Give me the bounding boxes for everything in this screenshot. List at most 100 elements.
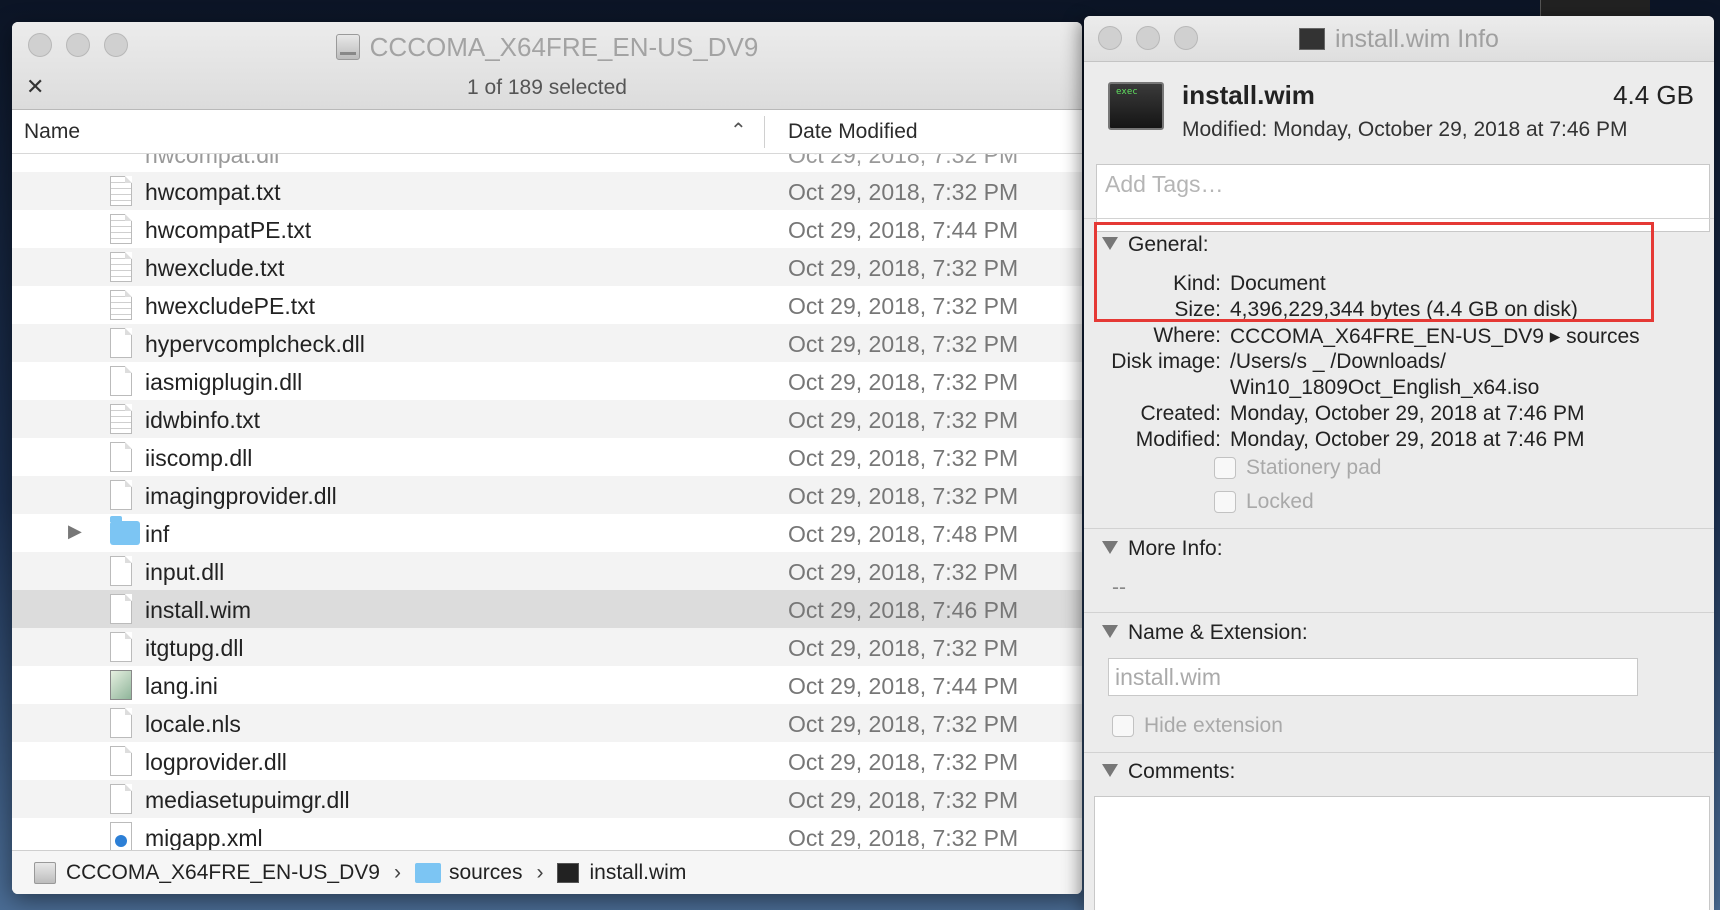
text-file-icon [110,176,132,206]
divider [1084,612,1714,613]
divider [1084,752,1714,753]
file-icon [110,366,132,396]
table-row[interactable]: iasmigplugin.dll Oct 29, 2018, 7:32 PM [12,362,1082,400]
file-name: hwcompat.dll [145,154,280,168]
table-row[interactable]: iiscomp.dll Oct 29, 2018, 7:32 PM [12,438,1082,476]
xml-file-icon [110,822,132,850]
exec-file-icon [557,862,580,883]
file-date: Oct 29, 2018, 7:32 PM [788,154,1019,168]
file-date: Oct 29, 2018, 7:32 PM [788,331,1019,357]
file-icon [110,632,132,662]
table-row-selected[interactable]: install.wim Oct 29, 2018, 7:46 PM [12,590,1082,628]
table-row[interactable]: itgtupg.dll Oct 29, 2018, 7:32 PM [12,628,1082,666]
file-date: Oct 29, 2018, 7:32 PM [788,787,1019,813]
path-segment-disk[interactable]: CCCOMA_X64FRE_EN-US_DV9 [34,861,380,885]
column-header: Name ⌃ Date Modified [12,110,1082,154]
file-name: locale.nls [145,711,241,737]
table-row[interactable]: locale.nls Oct 29, 2018, 7:32 PM [12,704,1082,742]
table-row[interactable]: hypervcomplcheck.dll Oct 29, 2018, 7:32 P… [12,324,1082,362]
disk-image-value: /Users/s _ /Downloads/ [1230,350,1446,373]
file-date: Oct 29, 2018, 7:32 PM [788,179,1019,205]
exec-file-icon: exec [1108,82,1164,130]
name-extension-section-header[interactable]: Name & Extension: [1102,621,1308,645]
file-date: Oct 29, 2018, 7:32 PM [788,559,1019,585]
file-date: Oct 29, 2018, 7:32 PM [788,293,1019,319]
file-date: Oct 29, 2018, 7:32 PM [788,711,1019,737]
name-extension-input[interactable]: install.wim [1108,658,1638,696]
sort-ascending-icon[interactable]: ⌃ [730,118,747,143]
column-separator[interactable] [764,116,765,148]
file-date: Oct 29, 2018, 7:32 PM [788,825,1019,850]
file-size: 4.4 GB [1613,80,1694,110]
file-name: lang.ini [145,673,218,699]
table-row[interactable]: migapp.xml Oct 29, 2018, 7:32 PM [12,818,1082,850]
table-row[interactable]: imagingprovider.dll Oct 29, 2018, 7:32 PM [12,476,1082,514]
info-summary: exec install.wim 4.4 GB Modified: Monday… [1084,62,1714,162]
file-icon [110,746,132,776]
disclosure-triangle-icon[interactable] [1102,625,1118,638]
modified-summary: Modified: Monday, October 29, 2018 at 7:… [1182,118,1628,142]
table-row[interactable]: hwexclude.txt Oct 29, 2018, 7:32 PM [12,248,1082,286]
finder-titlebar: CCCOMA_X64FRE_EN-US_DV9 ✕ 1 of 189 selec… [12,22,1082,110]
disk-icon [34,861,56,884]
created-label: Created: [1140,402,1221,425]
checkbox[interactable] [1214,491,1236,513]
file-name: hwexclude.txt [145,255,285,281]
table-row[interactable]: hwcompatPE.txt Oct 29, 2018, 7:44 PM [12,210,1082,248]
path-segment-label: sources [448,860,523,884]
file-date: Oct 29, 2018, 7:48 PM [788,521,1019,547]
column-name-header[interactable]: Name [24,120,80,144]
hide-extension-checkbox[interactable]: Hide extension [1112,714,1283,738]
disclosure-triangle-icon[interactable] [1102,764,1118,777]
table-row[interactable]: input.dll Oct 29, 2018, 7:32 PM [12,552,1082,590]
path-bar: CCCOMA_X64FRE_EN-US_DV9 › sources › inst… [12,850,1082,894]
checkbox[interactable] [1112,715,1134,737]
path-separator-icon: › [536,860,544,884]
text-file-icon [110,290,132,320]
file-name: idwbinfo.txt [145,407,261,433]
checkbox-label: Hide extension [1144,714,1283,737]
file-date: Oct 29, 2018, 7:44 PM [788,217,1019,243]
text-file-icon [110,404,132,434]
finder-title: CCCOMA_X64FRE_EN-US_DV9 [12,32,1082,63]
file-name: install.wim [1182,80,1315,110]
more-info-value: -- [1112,576,1126,599]
created-value: Monday, October 29, 2018 at 7:46 PM [1230,402,1585,425]
divider [1084,218,1714,219]
folder-icon [414,862,441,883]
disclosure-triangle-icon[interactable] [1102,541,1118,554]
more-info-section-header[interactable]: More Info: [1102,537,1223,561]
file-icon [110,708,132,738]
stationery-pad-checkbox[interactable]: Stationery pad [1214,456,1381,480]
file-name: iiscomp.dll [145,445,253,471]
where-label: Where: [1153,324,1221,347]
section-label: Comments: [1128,760,1236,783]
table-row[interactable]: hwcompat.dll Oct 29, 2018, 7:32 PM [12,154,1082,172]
info-titlebar: install.wim Info [1084,16,1714,62]
comments-section-header[interactable]: Comments: [1102,760,1235,784]
table-row[interactable]: lang.ini Oct 29, 2018, 7:44 PM [12,666,1082,704]
file-list[interactable]: hwcompat.dll Oct 29, 2018, 7:32 PM hwcom… [12,154,1082,850]
path-segment-sources[interactable]: sources [414,860,523,885]
path-separator-icon: › [393,860,401,884]
exec-icon-label: exec [1116,87,1138,97]
column-date-header[interactable]: Date Modified [788,120,918,144]
section-label: More Info: [1128,537,1223,560]
checkbox-label: Locked [1246,490,1314,513]
table-row[interactable]: ▶ inf Oct 29, 2018, 7:48 PM [12,514,1082,552]
table-row[interactable]: idwbinfo.txt Oct 29, 2018, 7:32 PM [12,400,1082,438]
table-row[interactable]: mediasetupuimgr.dll Oct 29, 2018, 7:32 PM [12,780,1082,818]
comments-input[interactable] [1094,796,1710,910]
table-row[interactable]: logprovider.dll Oct 29, 2018, 7:32 PM [12,742,1082,780]
finder-window: CCCOMA_X64FRE_EN-US_DV9 ✕ 1 of 189 selec… [12,22,1082,894]
checkbox[interactable] [1214,457,1236,479]
path-segment-file[interactable]: install.wim [557,861,686,885]
disclosure-triangle-icon[interactable]: ▶ [68,521,82,542]
table-row[interactable]: hwexcludePE.txt Oct 29, 2018, 7:32 PM [12,286,1082,324]
file-date: Oct 29, 2018, 7:32 PM [788,369,1019,395]
file-icon [110,328,132,358]
text-file-icon [110,252,132,282]
exec-file-icon [1299,28,1326,50]
locked-checkbox[interactable]: Locked [1214,490,1314,514]
table-row[interactable]: hwcompat.txt Oct 29, 2018, 7:32 PM [12,172,1082,210]
